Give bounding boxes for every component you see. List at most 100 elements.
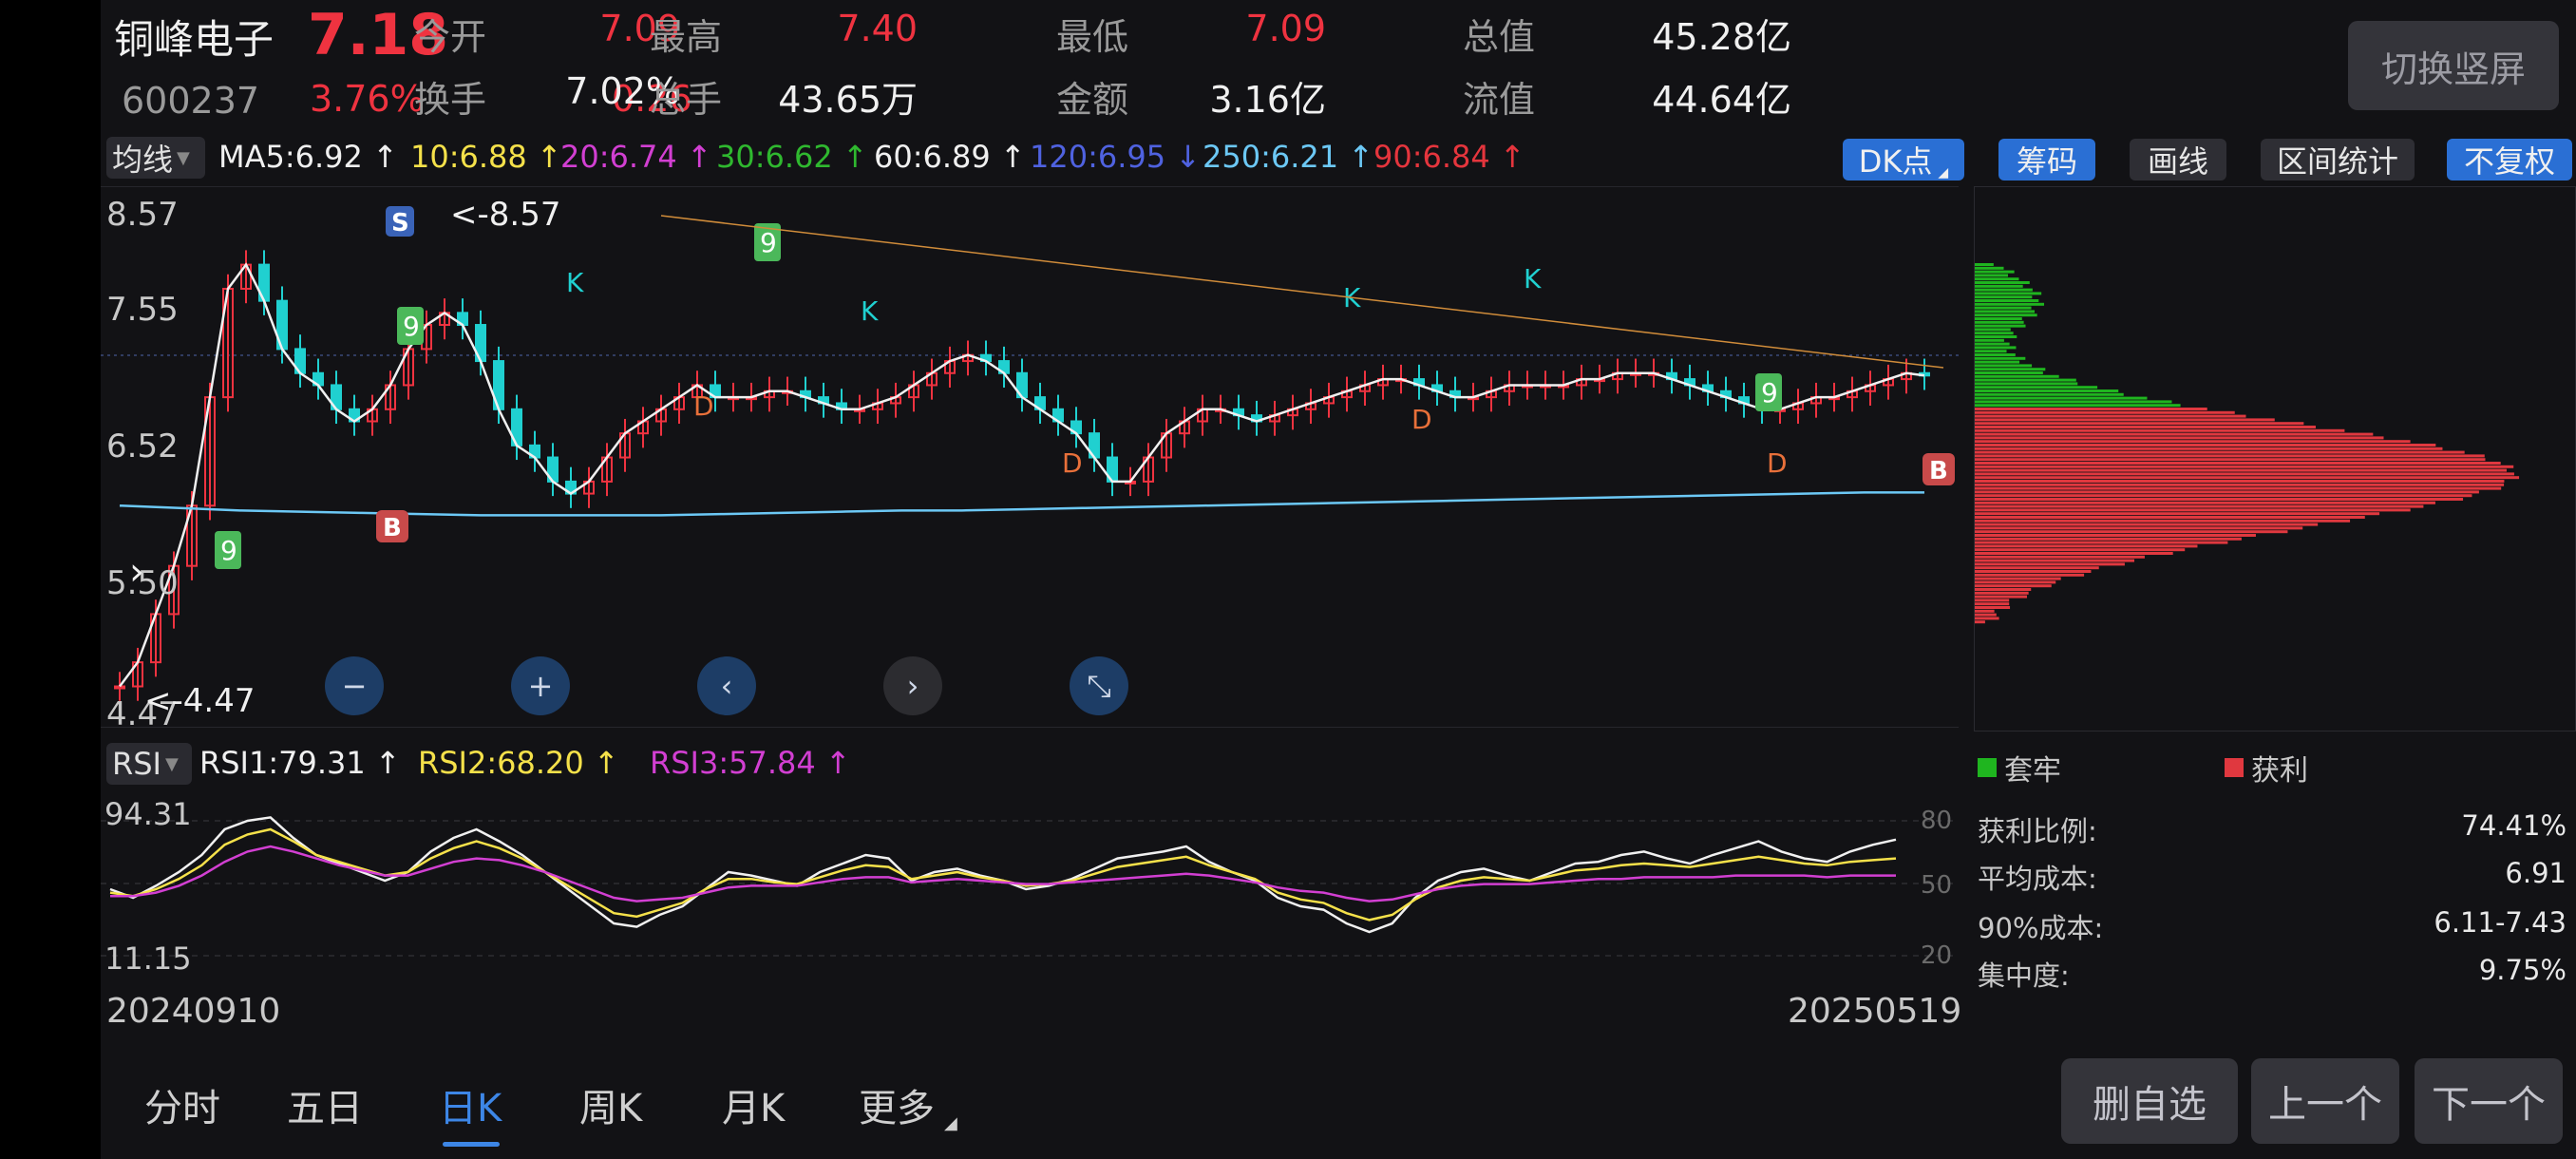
chip-bar-trapped [1975,288,2033,292]
tab-intraday[interactable]: 分时 [144,1077,220,1132]
chip-bar-trapped [1975,386,2098,390]
no-adjust-button[interactable]: 不复权 [2447,139,2572,180]
buy-marker: B [1923,453,1955,485]
rsi-type-label: RSI [112,746,161,782]
stat-turnover-label: 换手 [414,79,487,121]
chip-bar-profit [1975,516,2365,519]
chip-bar-profit [1975,613,1997,617]
legend-profit-label: 获利 [2251,754,2308,788]
chip-bar-trapped [1975,390,2119,392]
reset-zoom-button[interactable]: ⤡ [1070,656,1128,715]
chip-bar-trapped [1975,346,2017,350]
concentration-stat: 集中度: 9.75% [1978,954,2567,994]
chips-button[interactable]: 筹码 [1998,139,2095,180]
chip-bar-trapped [1975,353,2016,356]
d-markers: D D D D [693,390,1788,479]
chip-bar-trapped [1975,270,2015,274]
stat-float-value: 44.64亿 [1652,79,1791,121]
scroll-left-button[interactable]: ‹ [697,656,756,715]
chip-bar-profit [1975,570,2092,573]
svg-text:D: D [693,390,714,422]
zoom-in-button[interactable]: + [511,656,570,715]
stock-detail-screen: 铜峰电子 7.18 600237 3.76% 0.26 今开 7.09 最高 7… [101,0,2576,1159]
chip-bar-profit [1975,440,2411,444]
svg-text:D: D [1411,404,1432,435]
scroll-right-button[interactable]: › [883,656,942,715]
chip-bar-profit [1975,454,2485,458]
stat-high-label: 最高 [650,16,723,58]
chip-bar-trapped [1975,335,2017,338]
cost90-value: 6.11-7.43 [2434,906,2567,939]
chip-bar-profit [1975,559,2135,562]
chip-bar-profit [1975,591,2029,595]
draw-line-button[interactable]: 画线 [2130,139,2226,180]
k-markers: K K K K [566,263,1542,327]
chip-bar-profit [1975,428,2345,432]
chevron-down-icon: ▼ [164,753,179,774]
stat-volume-label: 总手 [650,79,723,121]
chip-bar-trapped [1975,342,2010,346]
chip-bar-profit [1975,584,2052,588]
cost90-stat: 90%成本: 6.11-7.43 [1978,906,2567,946]
chip-bar-trapped [1975,281,2030,284]
chip-bar-trapped [1975,364,2033,368]
chip-bar-profit [1975,609,1995,613]
svg-text:D: D [1767,447,1788,479]
chip-bar-profit [1975,530,2288,534]
chip-bar-profit [1975,588,2032,591]
tab-more[interactable]: 更多 [859,1077,935,1132]
corner-triangle-icon: ◢ [1938,165,1949,180]
chip-bar-profit [1975,580,2056,584]
chip-bar-trapped [1975,263,1994,266]
trapped-swatch [1978,758,1997,777]
legend-trapped-label: 套牢 [2004,754,2061,788]
ma90-value: 90:6.84 ↑ [1373,139,1525,175]
chip-bar-trapped [1975,360,2020,364]
chip-svg [1975,263,2520,624]
indicator-type-selector[interactable]: 均线 ▼ [106,137,205,179]
stat-low-label: 最低 [1056,16,1129,58]
rsi-svg: 94.31 11.15 80 50 20 [101,796,1959,977]
tab-five-day[interactable]: 五日 [287,1077,363,1132]
profit-swatch [2225,758,2244,777]
chip-bar-profit [1975,504,2424,508]
legend-trapped: 套牢 [1978,747,2061,788]
kline-chart[interactable]: 8.57 7.55 6.52 5.50 4.47 <-8.57 <-4.47 S… [101,186,1959,733]
chip-bar-profit [1975,566,2099,570]
chip-bar-profit [1975,534,2256,537]
chip-bar-profit [1975,410,2235,414]
remove-watchlist-button[interactable]: 删自选 [2061,1058,2238,1144]
chip-bar-profit [1975,458,2486,462]
candle-body [114,685,125,690]
svg-text:9: 9 [760,227,777,258]
stock-name: 铜峰电子 [114,16,275,63]
tab-monthly-k[interactable]: 月K [722,1077,785,1132]
chip-bar-profit [1975,462,2501,465]
tab-weekly-k[interactable]: 周K [579,1077,642,1132]
chip-bar-trapped [1975,396,2148,400]
chip-bar-profit [1975,508,2411,512]
zoom-out-button[interactable]: − [325,656,384,715]
expand-arrow-icon[interactable]: › [129,550,144,594]
candles-layer [114,250,1930,701]
previous-stock-button[interactable]: 上一个 [2251,1058,2399,1144]
tab-daily-k[interactable]: 日K [439,1077,502,1132]
ma5-value: MA5:6.92 ↑ [218,139,398,175]
chip-bar-profit [1975,598,2010,602]
chip-bar-profit [1975,483,2505,486]
chip-bar-profit [1975,465,2514,468]
dk-point-button[interactable]: DK点 ◢ [1843,139,1964,180]
chip-bar-trapped [1975,317,2022,320]
next-stock-button[interactable]: 下一个 [2415,1058,2563,1144]
rsi-type-selector[interactable]: RSI ▼ [106,743,192,785]
rsi-min-label: 11.15 [104,940,192,977]
chip-bar-trapped [1975,274,2009,277]
switch-portrait-button[interactable]: 切换竖屏 [2348,21,2559,110]
chip-bar-trapped [1975,292,2042,295]
ma-legend-row: 均线 ▼ MA5:6.92 ↑ 10:6.88 ↑ 20:6.74 ↑ 30:6.… [101,135,2576,184]
trend-line [660,215,1944,369]
interval-stats-button[interactable]: 区间统计 [2261,139,2415,180]
cost90-label: 90%成本: [1978,912,2104,944]
rsi-chart[interactable]: 94.31 11.15 80 50 20 [101,794,1959,984]
chip-bar-profit [1975,512,2380,516]
